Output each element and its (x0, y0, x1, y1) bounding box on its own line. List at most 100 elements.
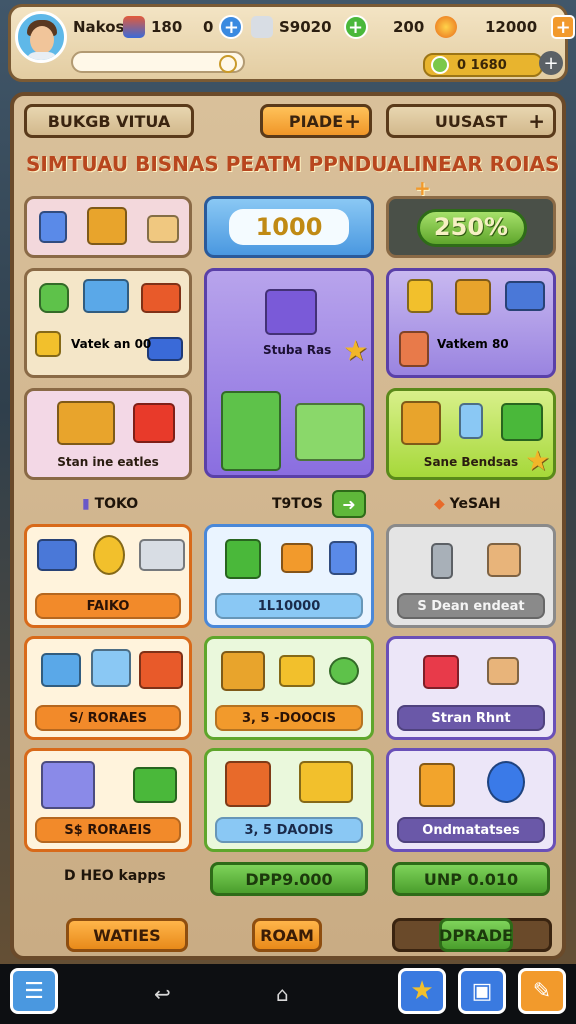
shop-item-r1-c2[interactable]: 1L10000 (204, 524, 374, 628)
resource-5-value: 12000 (485, 18, 538, 36)
roll-icon (139, 539, 185, 571)
bottle-icon (431, 543, 453, 579)
caption-right: ◆ YeSAH (434, 496, 501, 512)
cheese-icon (279, 655, 315, 687)
shop-item-r2-c2[interactable]: 3, 5 -DOOCIS (204, 636, 374, 740)
card-row2-left[interactable]: Vatek an 00 (24, 268, 192, 378)
avatar-body (26, 52, 58, 60)
row3-left-label: Stan ine eatles (57, 455, 159, 469)
chest-icon (505, 281, 545, 311)
resource-1-value: 180 (151, 18, 183, 36)
crate-icon (141, 283, 181, 313)
arrow-right-button[interactable]: ➜ (332, 490, 366, 518)
crate-icon (87, 207, 127, 245)
experience-bar (71, 51, 245, 73)
caption-left: ▮ TOKO (82, 496, 138, 512)
bar-icon: ▮ (82, 496, 95, 512)
add-coins-button[interactable]: + (539, 51, 563, 75)
upgrade-slot: DPRADE (392, 918, 552, 952)
shop-item-r3-c1[interactable]: S$ RORAEIS (24, 748, 192, 852)
player-name-row: Nakos (73, 13, 124, 41)
tab-right[interactable]: UUSAST + (386, 104, 556, 138)
add-resource-2-button[interactable]: + (219, 15, 244, 39)
right-price-button[interactable]: UNP 0.010 (392, 862, 550, 896)
featured-card[interactable]: Stuba Ras ★ (204, 268, 374, 478)
box-icon (39, 211, 67, 243)
resource-2-value: 0 (203, 18, 214, 36)
resource-2: 0 + (203, 13, 244, 41)
jar-icon (407, 279, 433, 313)
shop-icon (401, 401, 441, 445)
resource-4: 200 (393, 13, 424, 41)
box-icon (83, 279, 129, 313)
shop-item-r1-c3-label: S Dean endeat (397, 593, 545, 619)
back-icon[interactable]: ↩ (154, 982, 171, 1006)
tab-left[interactable]: BUKGB VITUA (24, 104, 194, 138)
shop-item-r1-c2-label: 1L10000 (215, 593, 363, 619)
shop-item-r1-c1[interactable]: FAIKO (24, 524, 192, 628)
shop-item-r2-c1[interactable]: S/ RORAES (24, 636, 192, 740)
card-row3-right[interactable]: Sane Bendsas ★ (386, 388, 556, 480)
gem-icon (431, 56, 449, 74)
middle-price-button[interactable]: DPP9.000 (210, 862, 368, 896)
shop-item-r2-c2-label: 3, 5 -DOOCIS (215, 705, 363, 731)
counter-card[interactable]: 1000 (204, 196, 374, 258)
caption-left-text: TOKO (94, 496, 139, 512)
banner-title: SIMTUAU BISNAS PEATM PPNDUAL (26, 152, 416, 176)
shop-item-r2-c3[interactable]: Stran Rhnt (386, 636, 556, 740)
shop-item-r3-c2[interactable]: 3, 5 DAODIS (204, 748, 374, 852)
balloon-icon (93, 535, 125, 575)
barrel-icon (39, 283, 69, 313)
roam-button[interactable]: ROAM (252, 918, 322, 952)
home-icon[interactable]: ⌂ (276, 982, 289, 1006)
poster-icon (399, 331, 429, 367)
edit-button[interactable]: ✎ (518, 968, 566, 1014)
cube-icon (501, 403, 543, 441)
favorites-button[interactable]: ★ (398, 968, 446, 1014)
menu-button[interactable]: ☰ (10, 968, 58, 1014)
package-icon (147, 215, 179, 243)
inventory-button[interactable]: ▣ (458, 968, 506, 1014)
shop-icon (41, 761, 95, 809)
percent-value: 250% (433, 213, 509, 241)
card-row2-right[interactable]: Vatkem 80 (386, 268, 556, 378)
card-row3-left[interactable]: Stan ine eatles (24, 388, 192, 480)
shop-item-r1-c3[interactable]: S Dean endeat (386, 524, 556, 628)
list-icon: ☰ (24, 978, 44, 1004)
chest-icon (299, 761, 353, 803)
package-icon (487, 657, 519, 685)
flame-icon: ◆ (434, 496, 450, 512)
banner-right: INEAR ROIAS + (414, 152, 562, 200)
box-icon (133, 403, 175, 443)
top-hud: Nakos 180 0 + S9020 + 200 12000 + 0 1680… (8, 4, 576, 82)
shop-item-r3-c3[interactable]: Ondmatatses (386, 748, 556, 852)
add-resource-5-button[interactable]: + (551, 15, 576, 39)
banner-right-label: INEAR ROIAS (414, 152, 560, 176)
upgrade-button[interactable]: DPRADE (439, 918, 513, 952)
box-icon: ▣ (471, 978, 493, 1004)
box-icon (41, 653, 81, 687)
waties-button[interactable]: WATIES (66, 918, 188, 952)
add-resource-3-button[interactable]: + (343, 15, 368, 39)
vending-stall-icon (221, 391, 281, 471)
cheese-icon (281, 543, 313, 573)
shop-panel: BUKGB VITUA PIADE + UUSAST + SIMTUAU BIS… (10, 92, 566, 960)
shop-item-r2-c1-label: S/ RORAES (35, 705, 181, 731)
crate-icon (91, 649, 131, 687)
plus-icon: + (528, 109, 545, 133)
avatar-face (30, 26, 54, 54)
row2-middle-label: Stuba Ras (263, 343, 332, 357)
cube-icon (265, 289, 317, 335)
xp-coin-icon (219, 55, 237, 73)
percent-card[interactable]: 250% (386, 196, 556, 258)
shop-item-r3-c2-label: 3, 5 DAODIS (215, 817, 363, 843)
resource-3: S9020 + (251, 13, 368, 41)
resource-5: 12000 + (435, 13, 576, 41)
card-row1-left[interactable] (24, 196, 192, 258)
resource-1: 180 (123, 13, 182, 41)
block-icon (251, 16, 273, 38)
player-avatar[interactable] (15, 11, 67, 63)
bottom-caption: D HEO kapps (64, 868, 166, 884)
caption-middle: T9TOS (272, 496, 323, 512)
tab-middle[interactable]: PIADE + (260, 104, 372, 138)
